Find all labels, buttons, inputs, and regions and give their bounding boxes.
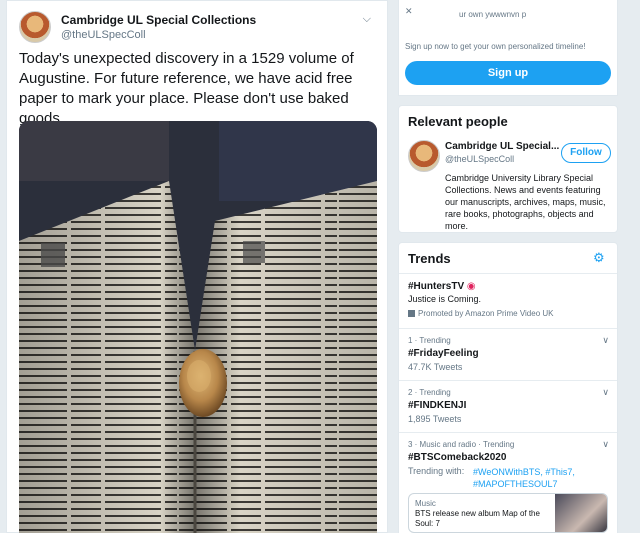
signup-button[interactable]: Sign up	[405, 61, 611, 85]
tweet-header: Cambridge UL Special Collections @theULS…	[19, 11, 377, 45]
trend-sub: Trending with:	[408, 466, 465, 476]
tweet-photo[interactable]	[19, 121, 377, 533]
trend-name: #HuntersTV ◉	[408, 281, 476, 292]
trend-name: #BTSComeback2020	[408, 452, 507, 463]
trend-meta: 1 · Trending	[408, 336, 451, 345]
trend-meta: 2 · Trending	[408, 388, 451, 397]
news-card-text: Music BTS release new album Map of the So…	[415, 499, 540, 528]
author-avatar[interactable]	[19, 11, 51, 43]
relevant-handle[interactable]: @theULSpecColl	[445, 154, 514, 164]
trends-title: Trends	[408, 251, 451, 266]
follow-button[interactable]: Follow	[561, 143, 611, 163]
trend-item[interactable]: 1 · Trending ∨ #FridayFeeling 47.7K Twee…	[399, 328, 617, 380]
chevron-down-icon[interactable]: ⌵	[363, 13, 371, 26]
relevant-bio: Cambridge University Library Special Col…	[445, 173, 606, 231]
chevron-down-icon[interactable]: ∨	[602, 335, 609, 346]
trend-links[interactable]: #WeONWithBTS, #This7, #MAPOFTHESOUL7	[473, 466, 613, 490]
author-handle[interactable]: @theULSpecColl	[61, 29, 146, 41]
trend-name: #FridayFeeling	[408, 348, 479, 359]
trend-sub: 1,895 Tweets	[408, 414, 462, 424]
trend-item[interactable]: 2 · Trending ∨ #FINDKENJI 1,895 Tweets	[399, 380, 617, 432]
promoted-icon	[408, 310, 415, 317]
tweet-text: Today's unexpected discovery in a 1529 v…	[19, 50, 354, 127]
signup-top-text: ur own ywwwnvn p	[459, 10, 527, 19]
gear-icon[interactable]: ⚙	[593, 251, 607, 265]
trend-news-card[interactable]: Music BTS release new album Map of the So…	[408, 493, 608, 533]
book-photo	[19, 121, 377, 533]
relevant-people-card: Relevant people Cambridge UL Special... …	[398, 105, 618, 233]
trend-item[interactable]: #HuntersTV ◉ Justice is Coming. Promoted…	[399, 273, 617, 323]
trend-name: #FINDKENJI	[408, 400, 467, 411]
page: Cambridge UL Special Collections @theULS…	[0, 0, 640, 533]
tweet-card: Cambridge UL Special Collections @theULS…	[6, 0, 388, 533]
signup-subtitle: Sign up now to get your own personalized…	[405, 42, 586, 51]
chevron-down-icon[interactable]: ∨	[602, 387, 609, 398]
author-name[interactable]: Cambridge UL Special Collections	[61, 13, 256, 27]
trend-sub: Justice is Coming.	[408, 294, 482, 304]
trends-card: Trends ⚙ #HuntersTV ◉ Justice is Coming.…	[398, 242, 618, 533]
relevant-name[interactable]: Cambridge UL Special...	[445, 141, 559, 152]
relevant-avatar[interactable]	[408, 140, 440, 172]
close-icon[interactable]: ✕	[405, 6, 413, 17]
relevant-people-title: Relevant people	[408, 114, 508, 129]
signup-card: ✕ ur own ywwwnvn p Sign up now to get yo…	[398, 0, 618, 96]
trend-sub: 47.7K Tweets	[408, 362, 463, 372]
chevron-down-icon[interactable]: ∨	[602, 439, 609, 450]
news-thumbnail	[555, 494, 607, 532]
trend-meta: 3 · Music and radio · Trending	[408, 440, 515, 449]
trend-promo: Promoted by Amazon Prime Video UK	[408, 309, 553, 318]
